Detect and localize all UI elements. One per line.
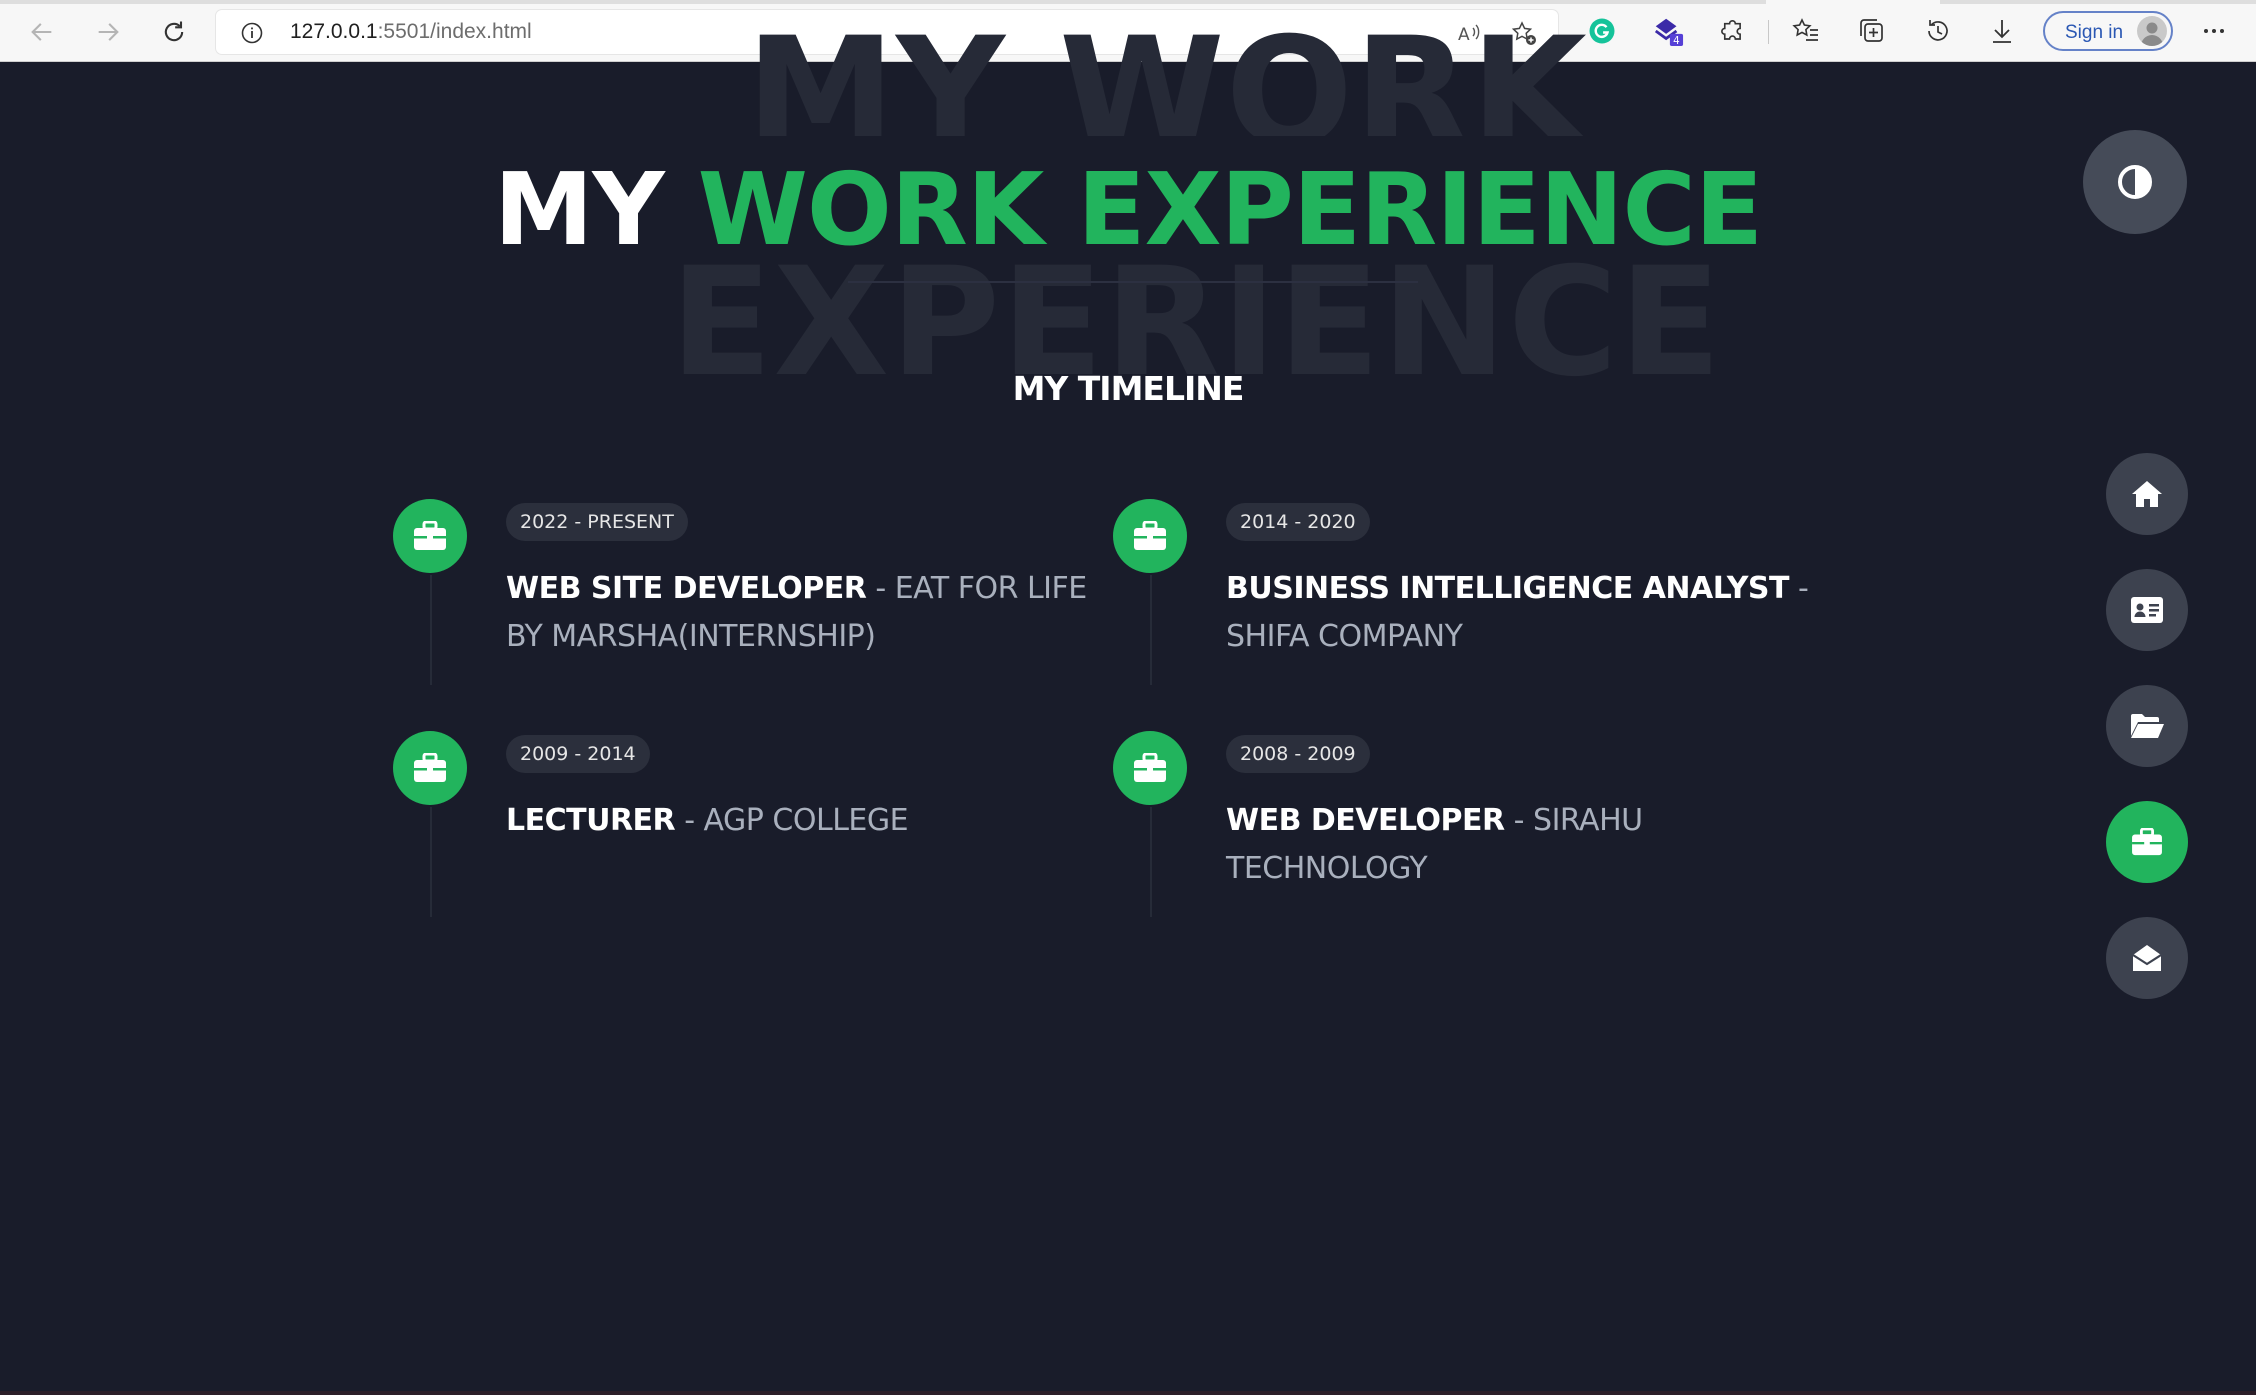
job-title: WEB DEVELOPER - SIRAHU TECHNOLOGY bbox=[1226, 797, 1826, 893]
job-title: LECTURER - AGP COLLEGE bbox=[506, 797, 1106, 845]
site-info-icon[interactable] bbox=[240, 21, 264, 49]
window-bottom-edge bbox=[0, 1391, 2256, 1395]
avatar-icon bbox=[2137, 16, 2167, 46]
job-role: BUSINESS INTELLIGENCE ANALYST bbox=[1226, 571, 1790, 606]
job-role: WEB DEVELOPER bbox=[1226, 803, 1505, 838]
folder-open-icon bbox=[2131, 714, 2164, 738]
reload-icon bbox=[164, 21, 184, 42]
extensions-icon[interactable] bbox=[1718, 15, 1750, 47]
period-badge: 2022 - PRESENT bbox=[506, 503, 688, 541]
history-icon[interactable] bbox=[1922, 15, 1954, 47]
collections-icon[interactable] bbox=[1856, 15, 1888, 47]
job-role: LECTURER bbox=[506, 803, 676, 838]
timeline-heading: MY TIMELINE bbox=[1012, 369, 1245, 408]
timeline-connector bbox=[430, 807, 432, 917]
page-title-prefix: MY bbox=[493, 151, 665, 268]
timeline-connector bbox=[430, 575, 432, 685]
reload-button[interactable] bbox=[156, 14, 192, 50]
briefcase-icon bbox=[1113, 499, 1187, 573]
contrast-icon bbox=[2118, 165, 2152, 199]
briefcase-icon bbox=[1113, 731, 1187, 805]
url-path: :5501/index.html bbox=[377, 20, 532, 43]
timeline-connector bbox=[1150, 575, 1152, 685]
sign-in-button[interactable]: Sign in bbox=[2043, 11, 2173, 51]
page-title-accent: WORK EXPERIENCE bbox=[697, 151, 1764, 268]
timeline-item: 2008 - 2009 WEB DEVELOPER - SIRAHU TECHN… bbox=[1113, 731, 1813, 917]
nav-experience-button[interactable] bbox=[2106, 801, 2188, 883]
timeline-item: 2014 - 2020 BUSINESS INTELLIGENCE ANALYS… bbox=[1113, 499, 1813, 685]
toolbar-divider bbox=[1768, 20, 1769, 44]
decorative-divider bbox=[848, 281, 1418, 283]
page-title: MY WORK EXPERIENCE bbox=[0, 152, 2256, 268]
background-watermark-top: MY WORK bbox=[746, 18, 1588, 136]
timeline-item: 2022 - PRESENT WEB SITE DEVELOPER - EAT … bbox=[393, 499, 1093, 685]
period-badge: 2009 - 2014 bbox=[506, 735, 650, 773]
nav-home-button[interactable] bbox=[2106, 453, 2188, 535]
favorites-icon[interactable] bbox=[1790, 15, 1822, 47]
briefcase-icon bbox=[393, 731, 467, 805]
arrow-right-icon bbox=[98, 23, 119, 41]
url-host: 127.0.0.1 bbox=[290, 20, 378, 43]
arrow-left-icon bbox=[31, 23, 52, 41]
theme-toggle-button[interactable] bbox=[2083, 130, 2187, 234]
period-badge: 2008 - 2009 bbox=[1226, 735, 1370, 773]
nav-about-button[interactable] bbox=[2106, 569, 2188, 651]
period-badge: 2014 - 2020 bbox=[1226, 503, 1370, 541]
job-role: WEB SITE DEVELOPER bbox=[506, 571, 867, 606]
extension-badge-icon[interactable]: 4 bbox=[1652, 15, 1684, 47]
briefcase-icon bbox=[2132, 828, 2162, 856]
grammarly-extension-icon[interactable] bbox=[1586, 15, 1618, 47]
forward-button[interactable] bbox=[90, 14, 126, 50]
back-button[interactable] bbox=[24, 14, 60, 50]
home-icon bbox=[2132, 481, 2162, 507]
timeline-connector bbox=[1150, 807, 1152, 917]
job-title: BUSINESS INTELLIGENCE ANALYST - SHIFA CO… bbox=[1226, 565, 1826, 661]
more-options-icon[interactable] bbox=[2198, 15, 2230, 47]
tab-strip-edge bbox=[0, 0, 1766, 4]
sign-in-label: Sign in bbox=[2065, 22, 2124, 43]
briefcase-icon bbox=[393, 499, 467, 573]
nav-portfolio-button[interactable] bbox=[2106, 685, 2188, 767]
timeline-item: 2009 - 2014 LECTURER - AGP COLLEGE bbox=[393, 731, 1093, 917]
contact-card-icon bbox=[2131, 597, 2163, 623]
job-organization: - AGP COLLEGE bbox=[675, 803, 909, 838]
envelope-open-icon bbox=[2132, 945, 2162, 971]
url-text[interactable]: 127.0.0.1:5501/index.html bbox=[290, 20, 532, 44]
downloads-icon[interactable] bbox=[1986, 15, 2018, 47]
nav-contact-button[interactable] bbox=[2106, 917, 2188, 999]
tab-strip-edge bbox=[1940, 0, 2256, 4]
job-title: WEB SITE DEVELOPER - EAT FOR LIFE BY MAR… bbox=[506, 565, 1106, 661]
extension-badge-count: 4 bbox=[1673, 35, 1680, 47]
